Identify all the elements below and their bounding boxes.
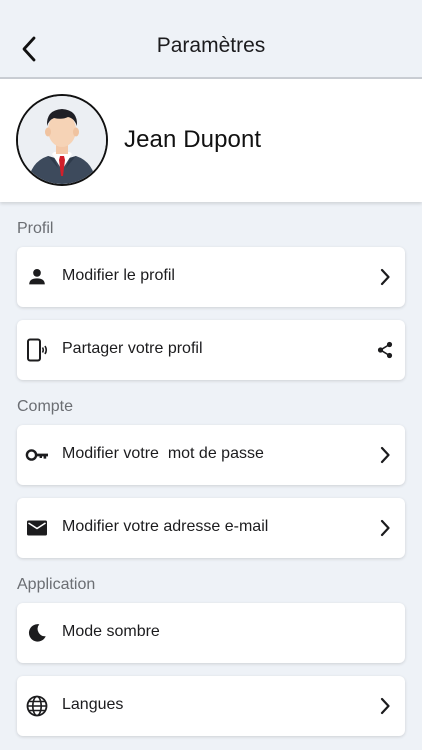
avatar [16,94,108,186]
share-profile-row[interactable]: Partager votre profil [17,320,405,380]
profile-name: Jean Dupont [124,126,262,153]
languages-row[interactable]: Langues [17,676,405,736]
profile-card: Jean Dupont [0,79,422,202]
chevron-right-icon [373,516,397,540]
dark-mode-row[interactable]: Mode sombre [17,603,405,663]
share-icon [373,338,397,362]
languages-label: Langues [62,696,124,713]
change-email-label: Modifier votre adresse e-mail [62,518,269,535]
change-email-row[interactable]: Modifier votre adresse e-mail [17,498,405,558]
chevron-right-icon [373,265,397,289]
mail-icon [25,516,49,540]
chevron-right-icon [373,694,397,718]
user-avatar-icon [18,96,106,184]
globe-icon [25,694,49,718]
section-label-compte: Compte [17,398,74,415]
page-title: Paramètres [156,34,266,57]
edit-profile-row[interactable]: Modifier le profil [17,247,405,307]
app-header: Paramètres [0,0,422,79]
phone-share-icon [25,338,49,362]
section-label-application: Application [17,576,96,593]
edit-profile-label: Modifier le profil [62,267,175,284]
dark-mode-label: Mode sombre [62,623,160,640]
change-password-row[interactable]: Modifier votre mot de passe [17,425,405,485]
key-icon [25,443,49,467]
person-icon [25,265,49,289]
moon-icon [25,621,49,645]
chevron-right-icon [373,443,397,467]
change-password-label: Modifier votre mot de passe [62,445,264,462]
section-label-profil: Profil [17,220,54,237]
share-profile-label: Partager votre profil [62,340,203,357]
